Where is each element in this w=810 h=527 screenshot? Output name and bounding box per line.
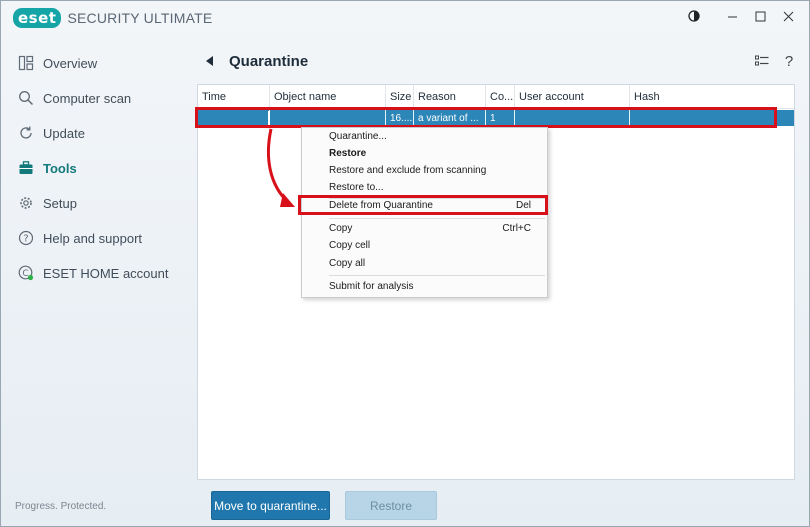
briefcase-icon xyxy=(17,159,35,177)
pointer-arrow-icon xyxy=(266,128,295,207)
menu-item-copy-all[interactable]: Copy all xyxy=(302,255,547,272)
sidebar-item-update[interactable]: Update xyxy=(1,118,191,148)
menu-item-label: Quarantine... xyxy=(329,131,387,142)
column-header-hash[interactable]: Hash xyxy=(630,85,794,109)
help-icon: ? xyxy=(17,229,35,247)
menu-item-quarantine[interactable]: Quarantine... xyxy=(302,128,547,145)
page-header: Quarantine xyxy=(201,49,308,73)
sidebar-item-computer-scan[interactable]: Computer scan xyxy=(1,83,191,113)
menu-item-label: Copy cell xyxy=(329,240,371,251)
menu-item-label: Copy xyxy=(329,223,353,234)
restore-button[interactable]: Restore xyxy=(345,491,437,520)
app-title: SECURITY ULTIMATE xyxy=(67,10,213,26)
sidebar-item-label: Tools xyxy=(43,160,77,176)
menu-item-shortcut: Ctrl+C xyxy=(502,223,531,234)
sidebar-item-overview[interactable]: Overview xyxy=(1,48,191,78)
eset-logo: eset xyxy=(13,8,62,28)
sidebar-item-label: Setup xyxy=(43,195,77,211)
sidebar-item-eset-home[interactable]: C ESET HOME account xyxy=(1,258,191,288)
close-icon[interactable] xyxy=(775,5,801,27)
sidebar-item-label: Help and support xyxy=(43,230,143,246)
minimize-icon[interactable] xyxy=(719,5,745,27)
column-header-time[interactable]: Time xyxy=(198,85,270,109)
title-bar: eset SECURITY ULTIMATE xyxy=(1,1,809,35)
maximize-icon[interactable] xyxy=(747,5,773,27)
theme-icon[interactable] xyxy=(681,5,707,27)
menu-item-copy-cell[interactable]: Copy cell xyxy=(302,237,547,254)
menu-item-restore-to[interactable]: Restore to... xyxy=(302,179,547,196)
sidebar-item-label: ESET HOME account xyxy=(43,265,169,281)
svg-text:?: ? xyxy=(23,234,28,245)
column-header-object-name[interactable]: Object name xyxy=(270,85,386,109)
help-question-icon[interactable]: ? xyxy=(781,51,797,71)
menu-item-restore-and-exclude[interactable]: Restore and exclude from scanning xyxy=(302,162,547,179)
column-header-reason[interactable]: Reason xyxy=(414,85,486,109)
move-to-quarantine-button[interactable]: Move to quarantine... xyxy=(211,491,330,520)
status-text: Progress. Protected. xyxy=(15,501,107,512)
app-window: eset SECURITY ULTIMATE Overview Computer… xyxy=(0,0,810,527)
menu-item-label: Copy all xyxy=(329,258,366,269)
menu-separator xyxy=(329,275,545,276)
menu-item-copy[interactable]: Copy Ctrl+C xyxy=(302,220,547,237)
table-header: Time Object name Size Reason Co... User … xyxy=(198,85,794,109)
menu-item-label: Restore xyxy=(329,148,367,159)
overview-icon xyxy=(17,54,35,72)
eset-home-icon: C xyxy=(17,264,35,282)
sidebar-item-tools[interactable]: Tools xyxy=(1,153,191,183)
column-header-count[interactable]: Co... xyxy=(486,85,515,109)
sidebar-item-setup[interactable]: Setup xyxy=(1,188,191,218)
sidebar-item-label: Update xyxy=(43,125,85,141)
menu-item-label: Restore to... xyxy=(329,182,384,193)
app-logo: eset SECURITY ULTIMATE xyxy=(13,8,212,28)
column-header-user-account[interactable]: User account xyxy=(515,85,630,109)
menu-separator xyxy=(329,218,545,219)
menu-item-restore[interactable]: Restore xyxy=(302,145,547,162)
sidebar-item-help[interactable]: ? Help and support xyxy=(1,223,191,253)
page-title: Quarantine xyxy=(229,52,309,70)
sidebar-item-label: Computer scan xyxy=(43,90,132,106)
back-arrow-icon[interactable] xyxy=(201,52,219,70)
view-options-icon[interactable] xyxy=(753,51,771,71)
delete-highlight-box xyxy=(298,195,548,215)
svg-text:C: C xyxy=(22,269,28,279)
menu-item-submit-for-analysis[interactable]: Submit for analysis xyxy=(302,278,547,295)
refresh-icon xyxy=(17,124,35,142)
row-highlight-box xyxy=(195,107,777,128)
search-icon xyxy=(17,89,35,107)
menu-item-label: Restore and exclude from scanning xyxy=(329,165,487,176)
column-header-size[interactable]: Size xyxy=(386,85,414,109)
menu-item-label: Submit for analysis xyxy=(329,281,414,292)
gear-icon xyxy=(17,194,35,212)
sidebar-item-label: Overview xyxy=(43,55,98,71)
